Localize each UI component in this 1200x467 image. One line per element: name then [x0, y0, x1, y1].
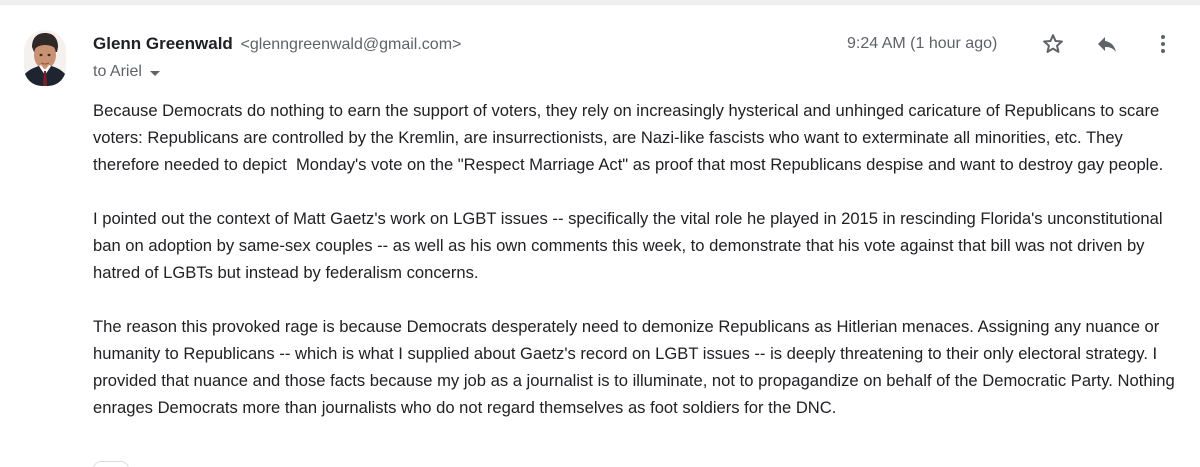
message-header: Glenn Greenwald <glenngreenwald@gmail.co… — [93, 33, 1200, 83]
reply-button[interactable] — [1090, 27, 1124, 61]
sender-name[interactable]: Glenn Greenwald — [93, 34, 233, 53]
sender-line: Glenn Greenwald <glenngreenwald@gmail.co… — [93, 33, 461, 56]
show-trimmed-content-button[interactable] — [93, 461, 129, 467]
avatar-portrait — [24, 30, 66, 86]
avatar[interactable] — [24, 30, 66, 86]
message-paragraph: I pointed out the context of Matt Gaetz'… — [93, 209, 1168, 282]
message-body: Because Democrats do nothing to earn the… — [93, 97, 1188, 421]
more-options-button[interactable] — [1146, 27, 1180, 61]
reply-icon — [1098, 37, 1116, 52]
message-timestamp: 9:24 AM (1 hour ago) — [847, 35, 998, 52]
star-icon — [1043, 34, 1063, 53]
recipient-label: to Ariel — [93, 63, 142, 80]
star-button[interactable] — [1036, 27, 1070, 61]
top-divider — [0, 0, 1200, 5]
sender-email[interactable]: <glenngreenwald@gmail.com> — [241, 36, 462, 53]
message-paragraph: The reason this provoked rage is because… — [93, 317, 1180, 417]
message-paragraph: Because Democrats do nothing to earn the… — [93, 101, 1164, 174]
recipient-details[interactable]: to Ariel — [93, 61, 160, 83]
chevron-down-icon[interactable] — [149, 70, 160, 76]
email-message-view: Glenn Greenwald <glenngreenwald@gmail.co… — [0, 0, 1200, 467]
more-vert-icon — [1161, 35, 1165, 53]
